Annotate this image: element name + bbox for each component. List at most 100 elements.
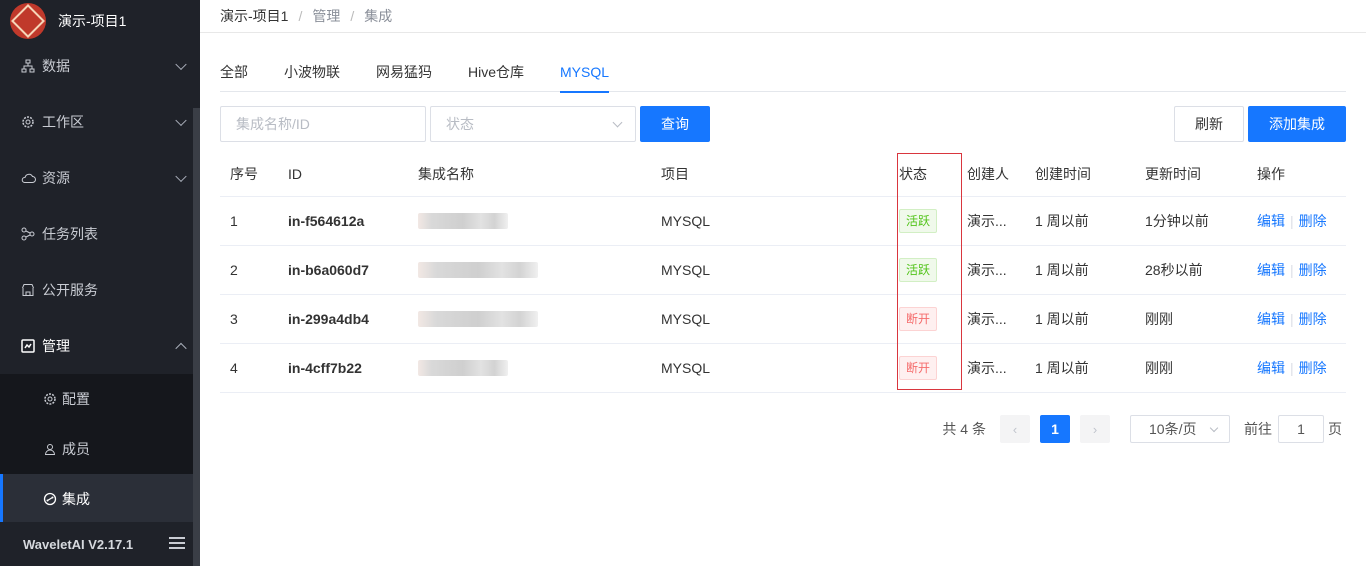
- row-status: 断开: [893, 343, 961, 393]
- sidebar-item-label: 成员: [62, 441, 90, 457]
- chevron-left-icon: ‹: [1012, 421, 1018, 437]
- status-select[interactable]: 状态: [430, 106, 636, 142]
- status-badge: 活跃: [899, 208, 938, 233]
- sidebar-item-config[interactable]: 配置: [0, 374, 193, 424]
- integration-id-link[interactable]: in-4cff7b22: [278, 343, 408, 393]
- row-index: 3: [220, 294, 278, 344]
- row-updated: 刚刚: [1137, 294, 1247, 344]
- row-created: 1 周以前: [1027, 343, 1137, 393]
- link-icon: [42, 491, 58, 507]
- collapse-menu-icon[interactable]: [169, 537, 185, 551]
- sidebar-menu: 数据 工作区 资源 任务列表 公开服务 管理 配置 成员 集成: [0, 38, 193, 524]
- edit-link[interactable]: 编辑: [1257, 213, 1285, 229]
- chevron-down-icon: [612, 117, 623, 128]
- table-row: 2 in-b6a060d7 MYSQL 活跃 演示... 1 周以前 28秒以前…: [220, 245, 1346, 295]
- chevron-down-icon: [175, 114, 187, 127]
- delete-link[interactable]: 删除: [1299, 311, 1327, 327]
- row-index: 2: [220, 245, 278, 295]
- status-badge: 活跃: [899, 257, 938, 282]
- tab-hive[interactable]: Hive仓库: [468, 58, 524, 92]
- sidebar-item-label: 管理: [42, 338, 70, 354]
- integration-name-redacted: [408, 245, 651, 295]
- goto-label: 前往: [1244, 421, 1272, 437]
- column-header-project: 项目: [651, 152, 893, 197]
- integration-id-link[interactable]: in-b6a060d7: [278, 245, 408, 295]
- integration-id-link[interactable]: in-f564612a: [278, 196, 408, 246]
- action-separator: |: [1290, 212, 1294, 229]
- integration-table: 序号 ID 集成名称 项目 状态 创建人 创建时间 更新时间 操作 1 in-f…: [220, 152, 1346, 393]
- row-project: MYSQL: [651, 294, 893, 344]
- status-badge: 断开: [899, 306, 938, 331]
- delete-link[interactable]: 删除: [1299, 360, 1327, 376]
- table-row: 3 in-299a4db4 MYSQL 断开 演示... 1 周以前 刚刚 编辑…: [220, 294, 1346, 344]
- sidebar-item-integration[interactable]: 集成: [0, 474, 193, 524]
- row-actions: 编辑 | 删除: [1247, 343, 1346, 393]
- chevron-up-icon: [175, 342, 187, 355]
- page-size-select[interactable]: 10条/页: [1130, 415, 1230, 443]
- row-index: 4: [220, 343, 278, 393]
- table-row: 1 in-f564612a MYSQL 活跃 演示... 1 周以前 1分钟以前…: [220, 196, 1346, 246]
- edit-link[interactable]: 编辑: [1257, 311, 1285, 327]
- column-header-creator: 创建人: [961, 152, 1027, 197]
- row-creator: 演示...: [961, 294, 1027, 344]
- delete-link[interactable]: 删除: [1299, 213, 1327, 229]
- chevron-down-icon: [1209, 423, 1219, 433]
- sidebar-item-workspace[interactable]: 工作区: [0, 94, 193, 150]
- column-header-created: 创建时间: [1027, 152, 1137, 197]
- row-status: 活跃: [893, 245, 961, 295]
- breadcrumb-project[interactable]: 演示-项目1: [220, 6, 288, 26]
- column-header-actions: 操作: [1247, 152, 1346, 197]
- row-project: MYSQL: [651, 343, 893, 393]
- tab-mysql[interactable]: MYSQL: [560, 58, 610, 93]
- refresh-button[interactable]: 刷新: [1174, 106, 1244, 142]
- gear-icon: [20, 114, 36, 130]
- sidebar-item-label: 资源: [42, 170, 70, 186]
- integration-search-input[interactable]: 集成名称/ID: [220, 106, 426, 142]
- delete-link[interactable]: 删除: [1299, 262, 1327, 278]
- prev-page-button[interactable]: ‹: [1000, 415, 1030, 443]
- row-updated: 28秒以前: [1137, 245, 1247, 295]
- chevron-right-icon: ›: [1092, 421, 1098, 437]
- page-number-current[interactable]: 1: [1040, 415, 1070, 443]
- tab-all[interactable]: 全部: [220, 58, 248, 92]
- integration-id-link[interactable]: in-299a4db4: [278, 294, 408, 344]
- sidebar-item-resources[interactable]: 资源: [0, 150, 193, 206]
- sidebar-scrollbar[interactable]: [193, 108, 200, 566]
- sidebar-item-tasks[interactable]: 任务列表: [0, 206, 193, 262]
- action-separator: |: [1290, 359, 1294, 376]
- tab-netease-mammut[interactable]: 网易猛犸: [376, 58, 432, 92]
- project-title: 演示-项目1: [58, 13, 127, 29]
- tab-wavelet-iot[interactable]: 小波物联: [284, 58, 340, 92]
- row-status: 活跃: [893, 196, 961, 246]
- cloud-icon: [20, 170, 36, 186]
- column-header-status: 状态: [893, 152, 961, 197]
- sidebar-item-members[interactable]: 成员: [0, 424, 193, 474]
- page-suffix: 页: [1328, 421, 1342, 437]
- sidebar-item-management[interactable]: 管理: [0, 318, 193, 374]
- page-size-value: 10条/页: [1149, 421, 1197, 437]
- app-version: WaveletAI V2.17.1: [23, 536, 134, 552]
- next-page-button[interactable]: ›: [1080, 415, 1110, 443]
- action-separator: |: [1290, 310, 1294, 327]
- breadcrumb-management[interactable]: 管理: [312, 6, 340, 26]
- query-button[interactable]: 查询: [640, 106, 710, 142]
- action-separator: |: [1290, 261, 1294, 278]
- row-created: 1 周以前: [1027, 196, 1137, 246]
- sidebar-item-public-services[interactable]: 公开服务: [0, 262, 193, 318]
- goto-page-input[interactable]: 1: [1278, 415, 1324, 443]
- main-content: 演示-项目1 / 管理 / 集成 全部 小波物联 网易猛犸 Hive仓库 MYS…: [200, 0, 1366, 566]
- page-jumper: 前往 1 页: [1244, 415, 1342, 443]
- edit-link[interactable]: 编辑: [1257, 360, 1285, 376]
- edit-link[interactable]: 编辑: [1257, 262, 1285, 278]
- row-actions: 编辑 | 删除: [1247, 245, 1346, 295]
- column-header-id: ID: [278, 152, 408, 197]
- breadcrumb-separator: /: [298, 8, 303, 24]
- sidebar-item-data[interactable]: 数据: [0, 38, 193, 94]
- sidebar-item-label: 配置: [62, 391, 90, 407]
- row-actions: 编辑 | 删除: [1247, 294, 1346, 344]
- shop-icon: [20, 282, 36, 298]
- sidebar-submenu-management: 配置 成员 集成: [0, 374, 193, 524]
- share-icon: [20, 226, 36, 242]
- column-header-index: 序号: [220, 152, 278, 197]
- add-integration-button[interactable]: 添加集成: [1248, 106, 1346, 142]
